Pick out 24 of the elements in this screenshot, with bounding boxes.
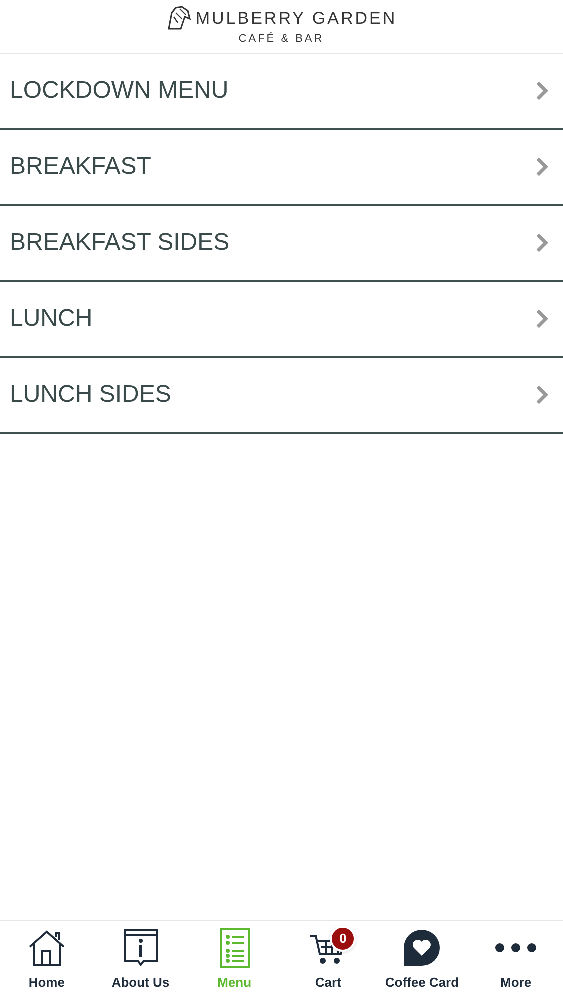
- tab-bar-item[interactable]: Home: [0, 921, 94, 1000]
- tab-bar-item[interactable]: Cart 0: [281, 921, 376, 1000]
- more-icon: [495, 942, 538, 952]
- menu-category-item[interactable]: BREAKFAST SIDES: [0, 206, 563, 282]
- brand-name: MULBERRY GARDEN: [196, 8, 398, 30]
- chevron-right-icon: [535, 80, 549, 102]
- heart-bubble-icon: [403, 928, 442, 966]
- logo-icon: [166, 5, 192, 32]
- tab-bar-item[interactable]: More: [469, 921, 563, 1000]
- house-icon: [26, 928, 67, 966]
- menu-category-item[interactable]: LUNCH SIDES: [0, 358, 563, 434]
- menu-category-item[interactable]: LUNCH: [0, 282, 563, 358]
- brand-subtitle: CAFÉ & BAR: [238, 32, 324, 48]
- chevron-right-icon: [535, 156, 549, 178]
- tab-bar-item[interactable]: About Us: [94, 921, 188, 1000]
- menu-category-item[interactable]: BREAKFAST: [0, 130, 563, 206]
- count-badge: 0: [330, 926, 356, 952]
- chevron-right-icon: [535, 308, 549, 330]
- menu-category-item[interactable]: LOCKDOWN MENU: [0, 54, 563, 130]
- chevron-right-icon: [535, 384, 549, 406]
- chevron-right-icon: [535, 232, 549, 254]
- menu-list-icon: [220, 928, 250, 968]
- tab-bar-item[interactable]: Coffee Card: [375, 921, 470, 1000]
- info-board-icon: [122, 928, 159, 968]
